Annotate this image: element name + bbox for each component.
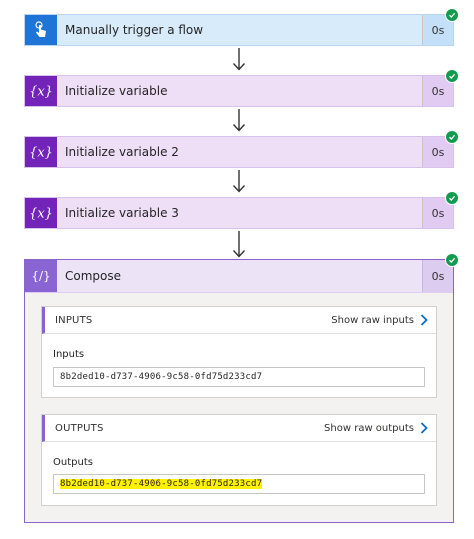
variable-braces-icon: {x} — [25, 198, 57, 228]
success-check-icon — [445, 69, 459, 83]
step-title: Compose — [65, 269, 122, 283]
svg-text:{x}: {x} — [30, 146, 52, 161]
variable-braces-icon: {x} — [25, 137, 57, 167]
chevron-right-icon — [420, 314, 428, 326]
inputs-panel-header: INPUTS Show raw inputs — [42, 307, 436, 334]
inputs-field-label: Inputs — [53, 349, 85, 360]
success-check-icon — [445, 191, 459, 205]
inputs-value: 8b2ded10-d737-4906-9c58-0fd75d233cd7 — [60, 372, 263, 382]
compose-header[interactable]: {/} Compose 0s — [25, 260, 453, 293]
inputs-panel: INPUTS Show raw inputs Inputs 8b2ded10-d… — [41, 306, 437, 398]
touch-hand-icon — [25, 15, 57, 45]
svg-text:{x}: {x} — [30, 85, 52, 100]
step-initialize-variable[interactable]: {x} Initialize variable 0s — [24, 75, 454, 107]
step-title: Initialize variable 3 — [65, 206, 179, 220]
step-initialize-variable-3[interactable]: {x} Initialize variable 3 0s — [24, 197, 454, 229]
outputs-value-field[interactable]: 8b2ded10-d737-4906-9c58-0fd75d233cd7 — [53, 474, 425, 494]
outputs-section-title: OUTPUTS — [55, 422, 104, 434]
compose-braces-icon: {/} — [25, 260, 57, 292]
outputs-field-label: Outputs — [53, 457, 93, 468]
outputs-value: 8b2ded10-d737-4906-9c58-0fd75d233cd7 — [60, 479, 263, 489]
show-raw-inputs-label: Show raw inputs — [331, 314, 414, 326]
show-raw-outputs-label: Show raw outputs — [324, 422, 414, 434]
step-title: Initialize variable — [65, 84, 168, 98]
inputs-section-title: INPUTS — [55, 314, 93, 326]
step-compose[interactable]: {/} Compose 0s INPUTS Show raw inputs In… — [24, 259, 454, 523]
success-check-icon — [445, 130, 459, 144]
success-check-icon — [445, 253, 459, 267]
inputs-value-field[interactable]: 8b2ded10-d737-4906-9c58-0fd75d233cd7 — [53, 367, 425, 387]
step-manual-trigger[interactable]: Manually trigger a flow 0s — [24, 14, 454, 46]
svg-text:{x}: {x} — [30, 207, 52, 222]
svg-text:{/}: {/} — [31, 269, 50, 283]
variable-braces-icon: {x} — [25, 76, 57, 106]
outputs-panel-header: OUTPUTS Show raw outputs — [42, 415, 436, 442]
show-raw-inputs-link[interactable]: Show raw inputs — [331, 314, 428, 326]
success-check-icon — [445, 8, 459, 22]
show-raw-outputs-link[interactable]: Show raw outputs — [324, 422, 428, 434]
connector-arrow-icon — [232, 231, 246, 258]
connector-arrow-icon — [232, 109, 246, 133]
step-title: Manually trigger a flow — [65, 23, 204, 37]
step-title: Initialize variable 2 — [65, 145, 179, 159]
step-initialize-variable-2[interactable]: {x} Initialize variable 2 0s — [24, 136, 454, 168]
outputs-panel: OUTPUTS Show raw outputs Outputs 8b2ded1… — [41, 414, 437, 506]
chevron-right-icon — [420, 422, 428, 434]
connector-arrow-icon — [232, 170, 246, 194]
connector-arrow-icon — [232, 48, 246, 72]
